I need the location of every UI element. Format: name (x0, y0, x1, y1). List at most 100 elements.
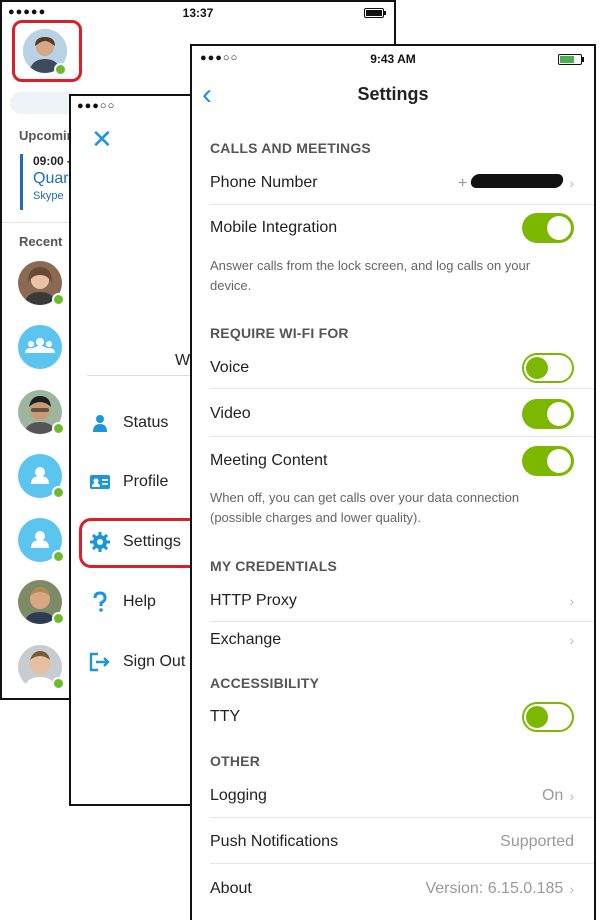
menu-item-label: Profile (123, 473, 169, 490)
video-row: Video (210, 396, 574, 432)
menu-item-help[interactable]: Help (89, 587, 156, 617)
id-card-icon (89, 471, 111, 493)
recent-contact[interactable] (18, 454, 68, 504)
recent-group[interactable] (18, 325, 68, 375)
sign-out-icon (89, 651, 111, 673)
upcoming-meeting[interactable]: 09:00 - Quar Skype (20, 154, 71, 210)
chevron-right-icon: › (569, 175, 574, 191)
meeting-content-row: Meeting Content (210, 443, 574, 479)
about-row[interactable]: About Version: 6.15.0.185 › (210, 871, 574, 907)
person-icon (89, 412, 111, 434)
calls-note: Answer calls from the lock screen, and l… (210, 258, 531, 293)
navigation-bar: ‹ Settings (192, 70, 594, 116)
tty-row: TTY (210, 699, 574, 735)
mobile-integration-label: Mobile Integration (210, 219, 338, 236)
voice-label: Voice (210, 359, 250, 376)
section-header-credentials: MY CREDENTIALS (210, 558, 337, 574)
group-avatar (18, 325, 62, 369)
divider (210, 817, 594, 818)
phone-number-value: + (458, 173, 565, 193)
presence-online-icon (52, 486, 65, 499)
phone-number-label: Phone Number (210, 174, 318, 191)
voice-row: Voice (210, 350, 574, 386)
menu-item-status[interactable]: Status (89, 408, 168, 438)
signal-strength: ●●●○○ (77, 100, 116, 112)
http-proxy-row[interactable]: HTTP Proxy › (210, 583, 574, 619)
push-notifications-value: Supported (500, 833, 574, 850)
http-proxy-label: HTTP Proxy (210, 592, 297, 609)
settings-screen: ●●●○○ 9:43 AM ‹ Settings CALLS AND MEETI… (190, 44, 596, 920)
section-header-other: OTHER (210, 753, 260, 769)
chevron-right-icon: › (569, 881, 574, 897)
recent-contact[interactable] (18, 645, 68, 695)
logging-label: Logging (210, 787, 267, 804)
status-time: 13:37 (182, 6, 214, 20)
push-notifications-row: Push Notifications Supported (210, 824, 574, 860)
side-menu-screen: ●●●○○ ✕ W Status Profile Settings Help S… (69, 94, 209, 806)
exchange-row[interactable]: Exchange › (210, 622, 574, 658)
divider (210, 436, 594, 437)
meeting-title: Quar (33, 170, 69, 187)
recent-contact[interactable] (18, 390, 68, 440)
section-header-wifi: REQUIRE WI-FI FOR (210, 325, 349, 341)
group-icon (25, 338, 55, 353)
greeting-fragment: W (175, 352, 191, 369)
section-header-calls: CALLS AND MEETINGS (210, 140, 371, 156)
video-toggle[interactable] (522, 399, 574, 429)
chevron-right-icon: › (569, 632, 574, 648)
presence-online-icon (52, 677, 65, 690)
menu-item-label: Sign Out (123, 653, 186, 670)
meeting-time: 09:00 - (33, 154, 72, 168)
divider (210, 863, 594, 864)
meeting-subtitle: Skype (33, 190, 64, 202)
presence-online-icon (54, 63, 67, 76)
tty-label: TTY (210, 708, 241, 725)
menu-item-label: Settings (123, 533, 181, 550)
logging-value: On (541, 787, 564, 804)
about-value: Version: 6.15.0.185 (425, 880, 564, 897)
my-avatar-highlight[interactable] (12, 20, 82, 82)
status-bar: ●●●○○ 9:43 AM (192, 46, 594, 70)
exchange-label: Exchange (210, 631, 282, 648)
battery-icon (364, 8, 386, 18)
tty-toggle[interactable] (522, 702, 574, 732)
presence-online-icon (52, 293, 65, 306)
redacted-scribble (469, 173, 565, 188)
video-label: Video (210, 405, 251, 422)
menu-item-label: Status (123, 414, 169, 431)
upcoming-heading: Upcomin (19, 128, 75, 143)
push-notifications-label: Push Notifications (210, 833, 339, 850)
gear-icon (89, 531, 111, 553)
menu-item-label: Help (123, 593, 156, 610)
menu-item-sign-out[interactable]: Sign Out (89, 647, 185, 677)
recent-heading: Recent (19, 234, 63, 249)
status-time: 9:43 AM (370, 52, 416, 66)
voice-toggle[interactable] (522, 353, 574, 383)
status-bar: ●●●○○ (71, 96, 207, 118)
close-icon[interactable]: ✕ (91, 126, 113, 152)
recent-contact[interactable] (18, 261, 68, 311)
presence-online-icon (52, 612, 65, 625)
about-label: About (210, 880, 252, 897)
divider (210, 204, 594, 205)
divider (210, 388, 594, 389)
logging-row[interactable]: Logging On › (210, 778, 574, 814)
phone-number-row[interactable]: Phone Number + › (210, 165, 574, 201)
menu-item-profile[interactable]: Profile (89, 467, 168, 497)
page-title: Settings (357, 84, 429, 104)
presence-online-icon (52, 422, 65, 435)
mobile-integration-toggle[interactable] (522, 213, 574, 243)
chevron-right-icon: › (569, 788, 574, 804)
meeting-content-toggle[interactable] (522, 446, 574, 476)
recent-contact[interactable] (18, 518, 68, 568)
divider (87, 375, 207, 376)
recent-contact[interactable] (18, 580, 68, 630)
menu-item-settings[interactable]: Settings (89, 527, 181, 557)
chevron-right-icon: › (569, 593, 574, 609)
meeting-content-label: Meeting Content (210, 452, 328, 469)
battery-icon (558, 54, 584, 65)
section-header-accessibility: ACCESSIBILITY (210, 675, 320, 691)
question-icon (89, 591, 111, 613)
mobile-integration-row: Mobile Integration (210, 210, 574, 246)
presence-online-icon (52, 550, 65, 563)
